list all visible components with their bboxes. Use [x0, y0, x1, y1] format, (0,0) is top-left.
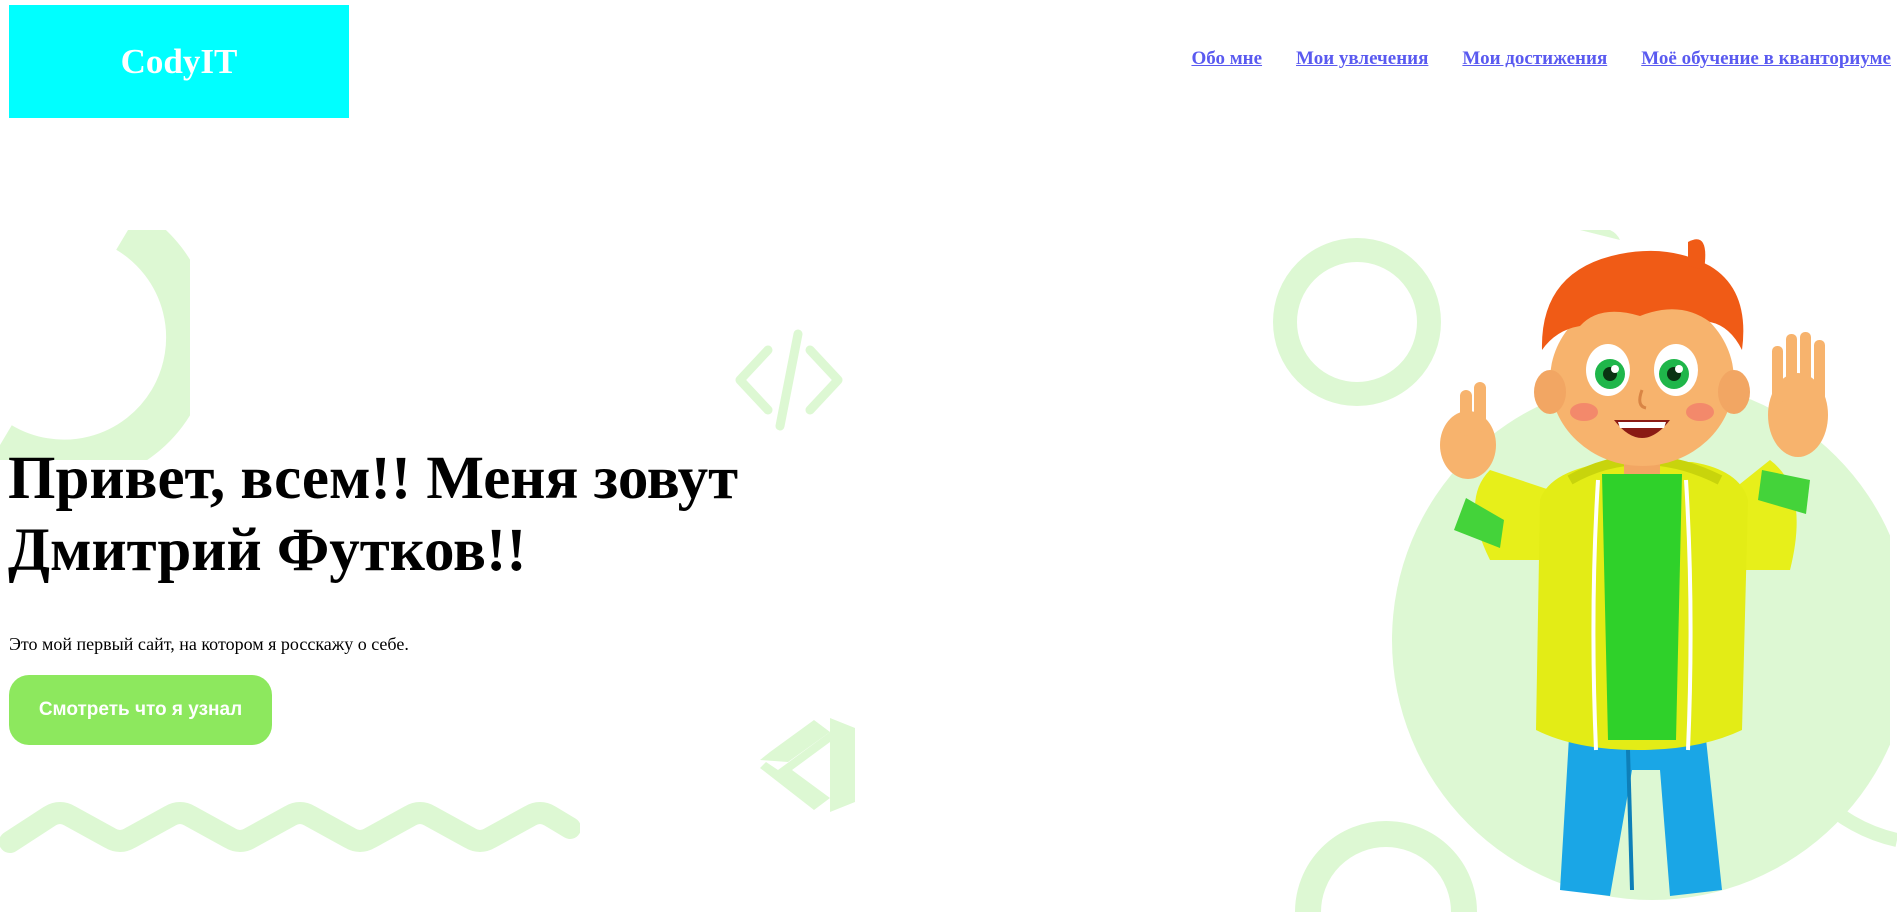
- decor-zigzag-icon: [0, 802, 580, 853]
- nav-link-quantorium[interactable]: Моё обучение в кванториуме: [1641, 48, 1891, 70]
- nav-link-hobbies[interactable]: Мои увлечения: [1296, 48, 1428, 70]
- learn-more-button[interactable]: Смотреть что я узнал: [9, 675, 272, 745]
- hero-title: Привет, всем!! Меня зовут Дмитрий Футков…: [8, 443, 808, 587]
- hero-title-line2: Дмитрий Футков!!: [8, 517, 527, 584]
- vscode-logo-icon: [760, 718, 855, 812]
- main-nav: Обо мне Мои увлечения Мои достижения Моё…: [1191, 48, 1891, 70]
- logo-text: CodyIT: [120, 41, 238, 81]
- nav-link-achievements[interactable]: Мои достижения: [1462, 48, 1607, 70]
- decor-half-ring-icon: [0, 230, 190, 460]
- nav-link-about[interactable]: Обо мне: [1191, 48, 1262, 70]
- hero-subtitle: Это мой первый сайт, на котором я росска…: [9, 634, 409, 654]
- boy-avatar-illustration: [1392, 230, 1890, 900]
- page: CodyIT Обо мне Мои увлечения Мои достиже…: [0, 0, 1897, 912]
- code-brackets-icon: [735, 329, 843, 431]
- site-logo[interactable]: CodyIT: [9, 5, 349, 118]
- hero-title-line1: Привет, всем!! Меня зовут: [8, 445, 739, 512]
